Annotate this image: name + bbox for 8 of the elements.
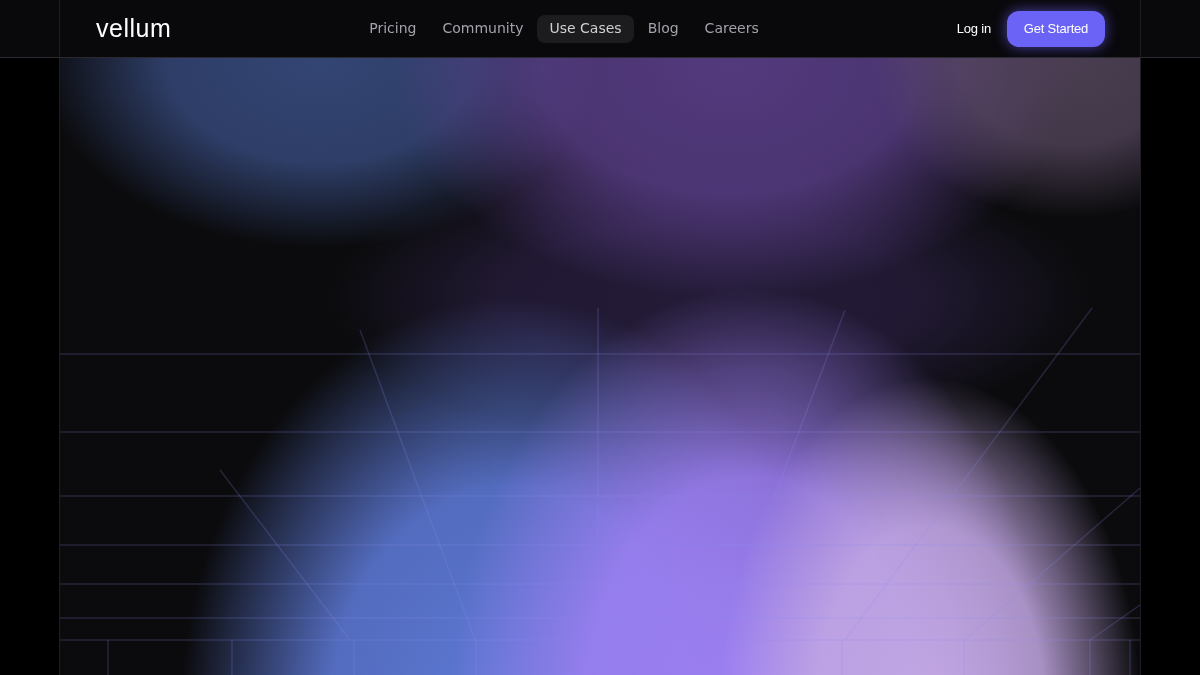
vellum-logo[interactable]: vellum bbox=[96, 16, 172, 41]
login-link[interactable]: Log in bbox=[956, 18, 991, 39]
nav-link[interactable]: Careers bbox=[692, 14, 771, 43]
nav-link[interactable]: Pricing bbox=[357, 14, 429, 43]
nav-link[interactable]: Community bbox=[430, 14, 536, 43]
nav-link[interactable]: Use Cases bbox=[537, 14, 634, 43]
get-started-button[interactable]: Get Started bbox=[1007, 10, 1105, 47]
nav-link[interactable]: Blog bbox=[635, 14, 691, 43]
